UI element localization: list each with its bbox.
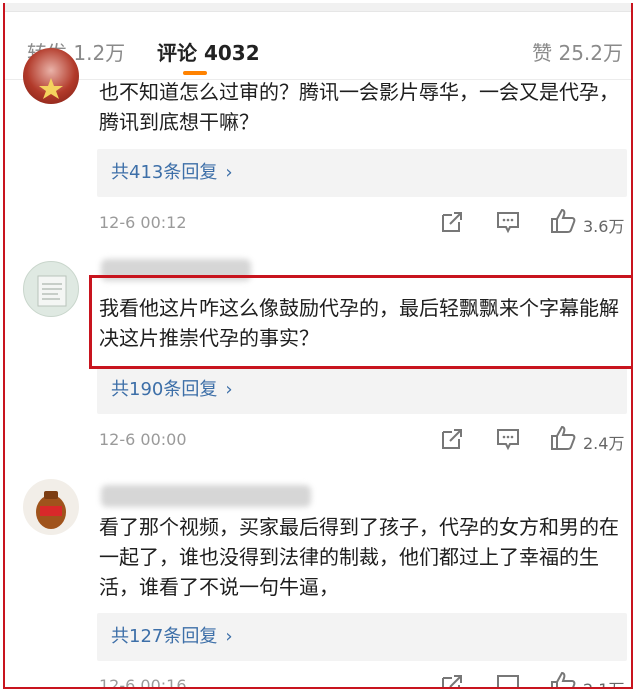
comment-time: 12-6 00:00 (99, 430, 187, 449)
share-icon (442, 212, 462, 232)
username-blurred (101, 485, 311, 507)
comment-text: 也不知道怎么过审的？腾讯一会影片辱华，一会又是代孕，腾讯到底想干嘛？ (99, 80, 619, 134)
replies-label: 共127条回复 (111, 626, 218, 647)
comment-text: 看了那个视频，买家最后得到了孩子，代孕的女方和男的在一起了，谁也没得到法律的制裁… (99, 515, 619, 599)
chevron-right-icon: › (225, 626, 233, 647)
like-count: 2.4万 (583, 434, 625, 453)
comment-icon (497, 675, 519, 687)
chevron-right-icon: › (225, 379, 233, 400)
view-replies-button[interactable]: 共413条回复 › (97, 149, 627, 197)
chevron-right-icon: › (225, 162, 233, 183)
star-icon (39, 78, 63, 99)
avatar[interactable] (23, 48, 79, 104)
thumbs-up-icon (551, 671, 576, 687)
jar-icon (36, 491, 66, 529)
like-button[interactable] (550, 208, 576, 234)
highlight-box (89, 275, 631, 369)
comment-button[interactable] (496, 210, 520, 234)
share-icon (442, 675, 462, 687)
avatar[interactable] (23, 479, 79, 535)
tab-bar: 转发 1.2万 评论 4032 赞 25.2万 (5, 13, 631, 80)
like-button[interactable] (550, 671, 576, 687)
replies-label: 共413条回复 (111, 162, 218, 183)
tab-like[interactable]: 赞 25.2万 (532, 37, 623, 66)
comment-icon (497, 212, 519, 234)
comment-time: 12-6 00:16 (99, 676, 187, 689)
replies-label: 共190条回复 (111, 379, 218, 400)
share-button[interactable] (440, 210, 464, 234)
share-button[interactable] (440, 673, 464, 687)
thumbs-up-icon (551, 425, 576, 450)
tab-comment[interactable]: 评论 4032 (157, 37, 260, 66)
comment-time: 12-6 00:12 (99, 213, 187, 232)
share-icon (442, 429, 462, 449)
like-count: 2.1万 (583, 676, 624, 687)
avatar-image (37, 275, 67, 307)
comment-icon (497, 429, 519, 451)
comment-button[interactable] (496, 427, 520, 451)
active-tab-indicator (183, 71, 207, 75)
top-edge (5, 3, 631, 12)
thumbs-up-icon (551, 208, 576, 233)
view-replies-button[interactable]: 共190条回复 › (97, 366, 627, 414)
like-button[interactable] (550, 425, 576, 451)
comment-panel: 转发 1.2万 评论 4032 赞 25.2万 也不知道怎么过审的？腾讯一会影片… (3, 3, 633, 689)
comment-button[interactable] (496, 673, 520, 687)
view-replies-button[interactable]: 共127条回复 › (97, 613, 627, 661)
avatar[interactable] (23, 261, 79, 317)
share-button[interactable] (440, 427, 464, 451)
like-count: 3.6万 (583, 217, 625, 236)
